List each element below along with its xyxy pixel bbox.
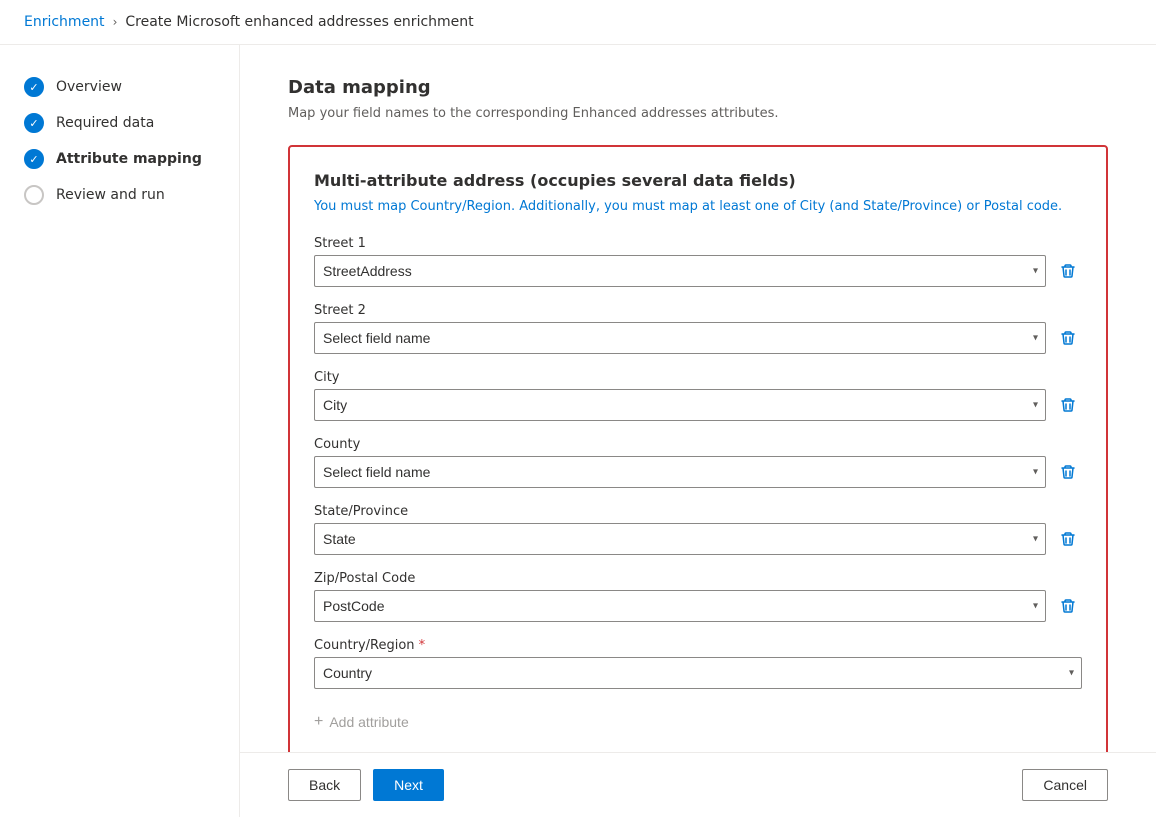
trash-icon-city: [1060, 397, 1076, 413]
step-circle-review-run: [24, 185, 44, 205]
trash-icon-zip: [1060, 598, 1076, 614]
field-select-wrapper-street2: Select field name ▾: [314, 322, 1082, 354]
cancel-button[interactable]: Cancel: [1022, 769, 1108, 801]
field-select-wrapper-street1: StreetAddress ▾: [314, 255, 1082, 287]
delete-btn-street1[interactable]: [1054, 257, 1082, 285]
field-select-wrapper-state: State ▾: [314, 523, 1082, 555]
delete-btn-state[interactable]: [1054, 525, 1082, 553]
select-city[interactable]: City: [314, 389, 1046, 421]
step-circle-overview: [24, 77, 44, 97]
field-label-state: State/Province: [314, 504, 1082, 519]
attribute-card: Multi-attribute address (occupies severa…: [288, 145, 1108, 752]
delete-btn-city[interactable]: [1054, 391, 1082, 419]
sidebar-label-review-run: Review and run: [56, 187, 165, 203]
card-description: You must map Country/Region. Additionall…: [314, 198, 1082, 216]
sidebar-item-attribute-mapping[interactable]: Attribute mapping: [0, 141, 239, 177]
select-container-zip: PostCode ▾: [314, 590, 1046, 622]
sidebar-label-required-data: Required data: [56, 115, 154, 131]
field-select-wrapper-county: Select field name ▾: [314, 456, 1082, 488]
delete-btn-zip[interactable]: [1054, 592, 1082, 620]
field-required-marker: *: [415, 638, 426, 653]
field-select-wrapper-zip: PostCode ▾: [314, 590, 1082, 622]
field-row-city: City City ▾: [314, 370, 1082, 421]
sidebar-item-overview[interactable]: Overview: [0, 69, 239, 105]
delete-btn-county[interactable]: [1054, 458, 1082, 486]
trash-icon-county: [1060, 464, 1076, 480]
delete-btn-street2[interactable]: [1054, 324, 1082, 352]
field-select-wrapper-country: Country ▾: [314, 657, 1082, 689]
main-layout: Overview Required data Attribute mapping…: [0, 45, 1156, 817]
card-title: Multi-attribute address (occupies severa…: [314, 171, 1082, 190]
plus-icon: +: [314, 713, 323, 731]
field-label-street1: Street 1: [314, 236, 1082, 251]
back-button[interactable]: Back: [288, 769, 361, 801]
content-area: Data mapping Map your field names to the…: [240, 45, 1156, 752]
page-title: Data mapping: [288, 77, 1108, 98]
trash-icon-state: [1060, 531, 1076, 547]
field-row-state: State/Province State ▾: [314, 504, 1082, 555]
breadcrumb-parent[interactable]: Enrichment: [24, 14, 105, 30]
trash-icon-street1: [1060, 263, 1076, 279]
sidebar-item-review-run[interactable]: Review and run: [0, 177, 239, 213]
sidebar: Overview Required data Attribute mapping…: [0, 45, 240, 817]
step-circle-required-data: [24, 113, 44, 133]
field-select-wrapper-city: City ▾: [314, 389, 1082, 421]
select-container-street1: StreetAddress ▾: [314, 255, 1046, 287]
field-row-county: County Select field name ▾: [314, 437, 1082, 488]
select-container-state: State ▾: [314, 523, 1046, 555]
select-street1[interactable]: StreetAddress: [314, 255, 1046, 287]
select-county[interactable]: Select field name: [314, 456, 1046, 488]
add-attribute-button[interactable]: + Add attribute: [314, 705, 409, 739]
field-row-street1: Street 1 StreetAddress ▾: [314, 236, 1082, 287]
step-circle-attribute-mapping: [24, 149, 44, 169]
select-country[interactable]: Country: [314, 657, 1082, 689]
footer-bar: Back Next Cancel: [240, 752, 1156, 817]
select-state[interactable]: State: [314, 523, 1046, 555]
select-container-county: Select field name ▾: [314, 456, 1046, 488]
field-label-country: Country/Region *: [314, 638, 1082, 653]
trash-icon-street2: [1060, 330, 1076, 346]
footer-left: Back Next: [288, 769, 444, 801]
select-container-country: Country ▾: [314, 657, 1082, 689]
field-label-zip: Zip/Postal Code: [314, 571, 1082, 586]
sidebar-label-attribute-mapping: Attribute mapping: [56, 151, 202, 167]
select-container-street2: Select field name ▾: [314, 322, 1046, 354]
field-row-zip: Zip/Postal Code PostCode ▾: [314, 571, 1082, 622]
select-street2[interactable]: Select field name: [314, 322, 1046, 354]
page-subtitle: Map your field names to the correspondin…: [288, 106, 1108, 121]
breadcrumb-current: Create Microsoft enhanced addresses enri…: [125, 14, 473, 30]
field-row-country: Country/Region * Country ▾: [314, 638, 1082, 689]
select-zip[interactable]: PostCode: [314, 590, 1046, 622]
field-label-county: County: [314, 437, 1082, 452]
select-container-city: City ▾: [314, 389, 1046, 421]
field-row-street2: Street 2 Select field name ▾: [314, 303, 1082, 354]
next-button[interactable]: Next: [373, 769, 444, 801]
field-label-street2: Street 2: [314, 303, 1082, 318]
sidebar-label-overview: Overview: [56, 79, 122, 95]
add-attribute-label: Add attribute: [329, 714, 408, 730]
field-label-city: City: [314, 370, 1082, 385]
breadcrumb-bar: Enrichment › Create Microsoft enhanced a…: [0, 0, 1156, 45]
sidebar-item-required-data[interactable]: Required data: [0, 105, 239, 141]
breadcrumb-separator: ›: [113, 15, 118, 29]
